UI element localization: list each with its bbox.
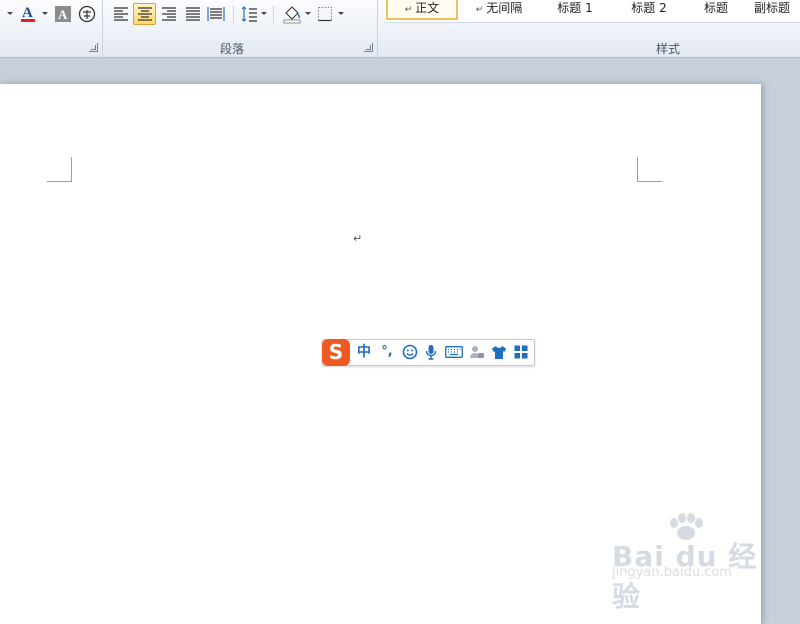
skin-button[interactable]	[490, 342, 508, 362]
top-right-margin-mark	[637, 157, 662, 182]
style-label: 副标题	[754, 1, 791, 15]
paragraph-dialog-launcher[interactable]	[364, 43, 373, 52]
character-shading-icon: A	[55, 6, 71, 22]
line-spacing-button[interactable]	[239, 3, 259, 25]
shading-dropdown-arrow[interactable]	[305, 12, 311, 15]
style-label: 标题	[703, 1, 728, 15]
distributed-align-icon	[207, 7, 225, 21]
voice-input-button[interactable]	[423, 342, 439, 362]
toolbox-button[interactable]	[512, 342, 530, 362]
justify-icon	[186, 7, 200, 21]
enclose-characters-button[interactable]	[76, 3, 98, 25]
punctuation-toggle[interactable]: °,	[377, 342, 397, 362]
justify-button[interactable]	[182, 3, 204, 25]
group-separator	[377, 0, 378, 57]
svg-text:A: A	[22, 5, 33, 21]
ribbon: A A 段落 ↵ 正文 ↵ 无间隔 标题 1 标题 2 标题 副标题 样式	[0, 0, 800, 58]
enclose-characters-icon	[78, 5, 96, 23]
font-color-dropdown-arrow[interactable]	[42, 12, 48, 15]
paragraph-mark: ↵	[353, 232, 363, 245]
align-right-button[interactable]	[158, 3, 180, 25]
top-left-margin-mark	[47, 157, 72, 182]
style-heading-2[interactable]: 标题 2	[614, 0, 684, 20]
emoji-button[interactable]	[401, 342, 419, 362]
style-label: 正文	[415, 1, 440, 15]
tshirt-icon	[492, 346, 506, 359]
style-label: 标题 1	[557, 1, 593, 15]
user-account-button[interactable]	[468, 342, 486, 362]
grid-apps-icon	[514, 345, 528, 359]
style-subtitle[interactable]: 副标题	[754, 0, 800, 20]
align-left-button[interactable]	[110, 3, 132, 25]
svg-text:A: A	[58, 7, 68, 22]
styles-gallery: ↵ 正文 ↵ 无间隔 标题 1 标题 2 标题 副标题	[384, 0, 800, 23]
align-center-icon	[137, 7, 152, 21]
line-spacing-dropdown-arrow[interactable]	[261, 12, 267, 15]
smiley-icon	[402, 344, 418, 360]
paragraph-group-label: 段落	[219, 42, 244, 56]
keyboard-icon	[445, 346, 463, 358]
style-heading-1[interactable]: 标题 1	[540, 0, 610, 20]
microphone-icon	[425, 345, 437, 360]
group-separator	[102, 0, 103, 57]
paint-bucket-icon	[283, 6, 301, 24]
user-icon	[470, 346, 484, 358]
style-normal[interactable]: ↵ 正文	[386, 0, 458, 20]
sogou-logo-icon[interactable]: S	[322, 339, 350, 366]
toolbar-separator	[233, 5, 234, 23]
font-dialog-launcher[interactable]	[89, 43, 98, 52]
toolbar-separator	[273, 5, 274, 23]
styles-group-label: 样式	[655, 42, 680, 56]
borders-icon	[318, 7, 332, 22]
ime-toolbar: S 中 °,	[322, 339, 535, 366]
style-no-spacing[interactable]: ↵ 无间隔	[464, 0, 534, 20]
shading-button[interactable]	[281, 3, 303, 25]
style-label: 无间隔	[486, 1, 523, 15]
borders-dropdown-arrow[interactable]	[338, 12, 344, 15]
soft-keyboard-button[interactable]	[444, 342, 464, 362]
character-shading-button[interactable]: A	[52, 3, 74, 25]
align-center-button[interactable]	[133, 3, 156, 25]
style-title[interactable]: 标题	[688, 0, 744, 20]
borders-button[interactable]	[315, 3, 335, 25]
align-right-icon	[162, 7, 176, 21]
watermark-url: jingyan.baidu.com	[612, 565, 732, 580]
font-color-icon: A	[21, 5, 35, 22]
font-dropdown-arrow[interactable]	[7, 12, 13, 15]
paragraph-marker: ↵	[404, 5, 413, 15]
align-left-icon	[114, 7, 128, 21]
font-color-button[interactable]: A	[16, 3, 40, 25]
line-spacing-icon	[241, 6, 257, 22]
style-label: 标题 2	[631, 1, 667, 15]
baidu-jingyan-watermark: Bai du 经验 jingyan.baidu.com	[612, 513, 772, 613]
distributed-align-button[interactable]	[205, 3, 227, 25]
ime-mode-toggle[interactable]: 中	[354, 342, 374, 362]
paragraph-marker: ↵	[475, 5, 484, 15]
